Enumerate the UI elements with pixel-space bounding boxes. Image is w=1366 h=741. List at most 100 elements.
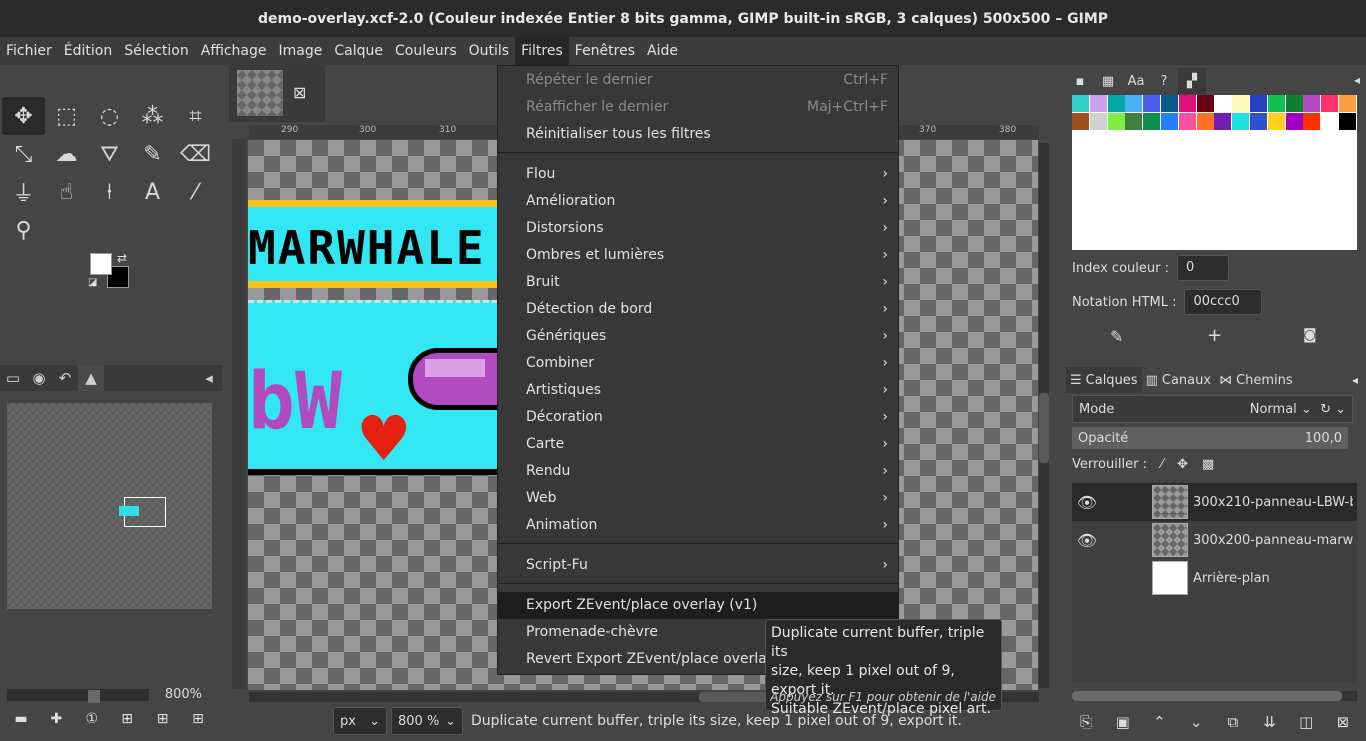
menu-image[interactable]: Image bbox=[273, 37, 329, 65]
layer-row[interactable]: 👁 300x200-panneau-marwhale bbox=[1072, 521, 1357, 559]
edit-color-icon[interactable]: ✎ bbox=[1110, 327, 1123, 346]
tool-options-tab-icon[interactable]: ▭ bbox=[0, 365, 26, 391]
paintbrush-icon[interactable]: ✎ bbox=[131, 135, 174, 173]
warp-icon[interactable]: ☁ bbox=[45, 135, 88, 173]
lower-layer-icon[interactable]: ⌄ bbox=[1182, 713, 1210, 731]
menu-item-artistiques[interactable]: Artistiques › bbox=[498, 377, 898, 404]
palette-swatch[interactable] bbox=[1339, 95, 1356, 112]
undo-history-tab-icon[interactable]: ↶ bbox=[52, 365, 78, 391]
eraser-icon[interactable]: ⌫ bbox=[174, 135, 217, 173]
colormap-palette[interactable] bbox=[1072, 95, 1357, 250]
duplicate-layer-icon[interactable]: ⧉ bbox=[1219, 713, 1247, 731]
move-tool-icon[interactable]: ✥ bbox=[2, 97, 45, 135]
brush-tab-icon[interactable]: ▪ bbox=[1066, 68, 1094, 94]
palette-swatch[interactable] bbox=[1214, 113, 1232, 130]
menu-couleurs[interactable]: Couleurs bbox=[389, 37, 463, 65]
menu-affichage[interactable]: Affichage bbox=[195, 37, 273, 65]
palette-swatch[interactable] bbox=[1107, 95, 1125, 112]
palette-swatch[interactable] bbox=[1285, 113, 1303, 130]
pattern-tab-icon[interactable]: ▦ bbox=[1094, 68, 1122, 94]
fit-image-icon[interactable]: ⊞ bbox=[113, 711, 141, 727]
layer-row[interactable]: 👁 300x210-panneau-LBW-baleine bbox=[1072, 483, 1357, 521]
palette-swatch[interactable] bbox=[1285, 95, 1303, 112]
palette-swatch[interactable] bbox=[1250, 113, 1267, 130]
lock-pixels-icon[interactable]: ⁄ bbox=[1161, 457, 1163, 472]
palette-swatch[interactable] bbox=[1143, 95, 1161, 112]
menu-item-carte[interactable]: Carte › bbox=[498, 431, 898, 458]
palette-swatch[interactable] bbox=[1250, 95, 1267, 112]
menu-selection[interactable]: Sélection bbox=[118, 37, 195, 65]
merge-down-icon[interactable]: ⇊ bbox=[1256, 713, 1284, 731]
zoom-in-icon[interactable]: ✚ bbox=[42, 711, 70, 727]
tab-canaux[interactable]: ▥ Canaux bbox=[1142, 367, 1215, 393]
zoom-1-1-icon[interactable]: ① bbox=[78, 711, 106, 727]
palette-swatch[interactable] bbox=[1339, 113, 1356, 130]
palette-swatch[interactable] bbox=[1178, 113, 1196, 130]
html-notation-input[interactable]: 00ccc0 bbox=[1184, 289, 1263, 315]
palette-swatch[interactable] bbox=[1321, 113, 1339, 130]
add-color-icon[interactable]: + bbox=[1207, 325, 1222, 346]
shrink-wrap-icon[interactable]: ⊞ bbox=[184, 711, 212, 727]
menu-item-detection[interactable]: Détection de bord › bbox=[498, 296, 898, 323]
menu-item-animation[interactable]: Animation › bbox=[498, 512, 898, 539]
fill-window-icon[interactable]: ⊞ bbox=[149, 711, 177, 727]
palette-swatch[interactable] bbox=[1321, 95, 1339, 112]
menu-item-web[interactable]: Web › bbox=[498, 485, 898, 512]
navigator-preview[interactable] bbox=[7, 403, 212, 609]
colormap-tab-icon[interactable]: ▞ bbox=[1178, 68, 1206, 94]
vertical-scrollbar[interactable] bbox=[1039, 143, 1049, 688]
zoom-select[interactable]: 800 % ⌄ bbox=[391, 707, 463, 735]
palette-swatch[interactable] bbox=[1178, 95, 1196, 112]
menu-item-rendu[interactable]: Rendu › bbox=[498, 458, 898, 485]
palette-swatch[interactable] bbox=[1267, 95, 1285, 112]
menu-item-combiner[interactable]: Combiner › bbox=[498, 350, 898, 377]
unit-select[interactable]: px ⌄ bbox=[333, 707, 387, 735]
palette-swatch[interactable] bbox=[1089, 95, 1107, 112]
layer-row[interactable]: Arrière-plan bbox=[1072, 559, 1357, 597]
menu-item-bruit[interactable]: Bruit › bbox=[498, 269, 898, 296]
clone-icon[interactable]: ⏚ bbox=[2, 173, 45, 211]
palette-swatch[interactable] bbox=[1107, 113, 1125, 130]
bucket-fill-icon[interactable]: ⛛ bbox=[88, 135, 131, 173]
palette-swatch[interactable] bbox=[1072, 113, 1089, 130]
menu-fenetres[interactable]: Fenêtres bbox=[569, 37, 641, 65]
menu-fichier[interactable]: Fichier bbox=[0, 37, 58, 65]
color-picker-icon[interactable]: ⁄ bbox=[174, 173, 217, 211]
palette-swatch[interactable] bbox=[1196, 95, 1214, 112]
dock-menu-icon[interactable]: ◂ bbox=[1352, 373, 1358, 387]
foreground-color-swatch[interactable] bbox=[90, 253, 112, 275]
menu-item-amelioration[interactable]: Amélioration › bbox=[498, 188, 898, 215]
menu-filtres[interactable]: Filtres bbox=[515, 37, 569, 65]
palette-swatch[interactable] bbox=[1303, 113, 1321, 130]
default-colors-icon[interactable]: ◪ bbox=[88, 277, 97, 288]
help-tab-icon[interactable]: ? bbox=[1150, 68, 1178, 94]
visibility-eye-icon[interactable]: 👁 bbox=[1072, 493, 1102, 512]
navigator-viewport[interactable] bbox=[119, 497, 166, 527]
menu-item-scriptfu[interactable]: Script-Fu › bbox=[498, 552, 898, 579]
mask-icon[interactable]: ◫ bbox=[1292, 713, 1320, 731]
menu-item-reset[interactable]: Réinitialiser tous les filtres bbox=[498, 121, 898, 148]
palette-swatch[interactable] bbox=[1125, 113, 1143, 130]
palette-swatch[interactable] bbox=[1125, 95, 1143, 112]
palette-swatch[interactable] bbox=[1161, 95, 1178, 112]
lock-alpha-icon[interactable]: ▩ bbox=[1202, 457, 1214, 472]
menu-outils[interactable]: Outils bbox=[463, 37, 515, 65]
color-index-input[interactable]: 0 bbox=[1176, 255, 1229, 281]
vertical-ruler[interactable] bbox=[232, 139, 246, 689]
palette-swatch[interactable] bbox=[1267, 113, 1285, 130]
lock-position-icon[interactable]: ✥ bbox=[1177, 457, 1188, 472]
opacity-slider[interactable]: Opacité 100,0 bbox=[1072, 427, 1348, 449]
palette-swatch[interactable] bbox=[1072, 95, 1089, 112]
paths-icon[interactable]: ⍿ bbox=[88, 173, 131, 211]
rect-select-icon[interactable]: ⬚ bbox=[45, 97, 88, 135]
new-layer-icon[interactable]: ⎘ bbox=[1072, 713, 1100, 731]
swap-colors-icon[interactable]: ⇄ bbox=[117, 251, 127, 265]
zoom-slider-knob[interactable] bbox=[88, 690, 100, 703]
transform-icon[interactable]: ⤡ bbox=[2, 135, 45, 173]
crop-icon[interactable]: ⌗ bbox=[174, 97, 217, 135]
fuzzy-select-icon[interactable]: ⁂ bbox=[131, 97, 174, 135]
layers-scrollbar[interactable] bbox=[1072, 691, 1357, 701]
zoom-tool-icon[interactable]: ⚲ bbox=[2, 211, 45, 249]
dock-menu-icon[interactable]: ◂ bbox=[1354, 73, 1360, 87]
delete-layer-icon[interactable]: ⊠ bbox=[1329, 713, 1357, 731]
